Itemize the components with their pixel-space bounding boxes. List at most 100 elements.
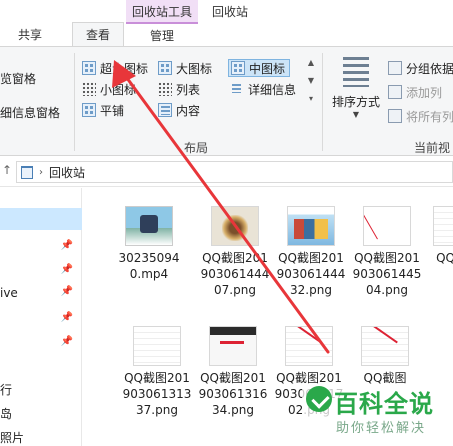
layout-content[interactable]: 内容 <box>158 101 200 119</box>
image-thumbnail <box>209 326 257 366</box>
sort-icon <box>343 57 369 87</box>
content-icon <box>158 103 172 117</box>
image-thumbnail <box>285 326 333 366</box>
layout-list[interactable]: 列表 <box>158 80 200 98</box>
nav-item-photos[interactable]: 照片 <box>0 426 82 446</box>
small-grid-icon <box>82 82 96 96</box>
gallery-more-icon[interactable]: ▾ <box>309 89 313 107</box>
file-name: QQ截图20190306144504.png <box>352 251 422 297</box>
nav-item-label: 照片 <box>0 430 25 445</box>
file-item[interactable]: QQ截图20190306131634.png <box>197 308 269 432</box>
tab-share[interactable]: 共享 <box>0 22 60 46</box>
file-item[interactable]: 302350940.mp4 <box>113 188 185 312</box>
layout-label: 中图标 <box>249 61 286 76</box>
details-pane-button[interactable]: 细信息窗格 <box>0 103 60 121</box>
list-icon <box>158 82 172 96</box>
navigation-pane: 📌 📌 ive 📌 📌 📌 行 岛 照片 <box>0 188 82 446</box>
add-columns-label: 添加列 <box>406 85 443 100</box>
video-thumbnail <box>125 206 173 246</box>
recycle-bin-icon <box>21 165 33 179</box>
pin-icon[interactable]: 📌 <box>61 240 73 251</box>
window-title: 回收站 <box>212 4 249 19</box>
watermark-main-text: 百科全说 <box>334 390 434 418</box>
file-item[interactable]: QQ截图20190306131337.png <box>121 308 193 432</box>
ribbon-divider <box>322 53 323 151</box>
watermark: 百科全说 助你轻松解决 <box>302 384 453 446</box>
sort-by-button[interactable]: 排序方式 ▼ <box>330 53 382 133</box>
current-view-group-label: 当前视 <box>414 141 451 155</box>
preview-pane-label: 览窗格 <box>0 71 37 86</box>
file-name: QQ截图20190306131337.png <box>122 371 192 417</box>
file-item[interactable]: QQ截图20190306144407.png <box>199 188 271 312</box>
nav-item-folder[interactable]: 行 <box>0 378 82 400</box>
layout-label: 内容 <box>176 103 201 118</box>
file-item[interactable]: QQ截图20190306144432.png <box>275 188 347 312</box>
gallery-up-icon[interactable]: ▲ <box>308 53 314 71</box>
size-all-columns-label: 将所有列 <box>406 109 453 124</box>
group-by-button[interactable]: 分组依据 <box>388 59 453 77</box>
layout-gallery-scroller[interactable]: ▲ ▼ ▾ <box>305 53 317 113</box>
tab-view[interactable]: 查看 <box>72 22 124 46</box>
group-by-icon <box>388 61 402 75</box>
image-thumbnail <box>133 326 181 366</box>
layout-tiles[interactable]: 平铺 <box>82 101 124 119</box>
nav-item-folder[interactable]: 岛 <box>0 402 82 424</box>
file-name: QQ截图20190306144432.png <box>276 251 346 297</box>
large-grid-icon <box>82 61 96 75</box>
image-thumbnail <box>361 326 409 366</box>
nav-item-label: ive <box>0 286 18 300</box>
file-name: QQ截图20190306144407.png <box>200 251 270 297</box>
chevron-right-icon[interactable]: › <box>39 167 43 178</box>
large-grid-icon <box>158 61 172 75</box>
address-bar: ↑ › 回收站 <box>0 157 453 187</box>
preview-pane-button[interactable]: 览窗格 <box>0 69 36 87</box>
file-item[interactable]: QQ144 <box>421 188 453 312</box>
layout-label: 详细信息 <box>248 82 297 97</box>
sort-by-label: 排序方式 <box>331 95 380 109</box>
pin-icon[interactable]: 📌 <box>61 264 73 275</box>
title-bar: 回收站工具 回收站 <box>0 0 453 22</box>
nav-item-quick-access[interactable] <box>0 208 82 230</box>
ribbon-view: 览窗格 细信息窗格 超大图标 大图标 中图标 小图标 列表 详细信息 平铺 内容… <box>0 46 453 156</box>
add-columns-button[interactable]: 添加列 <box>388 83 442 101</box>
add-columns-icon <box>388 85 402 99</box>
pin-icon[interactable]: 📌 <box>61 286 73 297</box>
ribbon-divider <box>74 53 75 151</box>
layout-label: 平铺 <box>100 103 125 118</box>
layout-details[interactable]: 详细信息 <box>230 80 296 98</box>
tiles-icon <box>82 103 96 117</box>
image-thumbnail <box>363 206 411 246</box>
image-thumbnail <box>287 206 335 246</box>
image-thumbnail <box>211 206 259 246</box>
layout-medium-icons[interactable]: 中图标 <box>228 59 291 77</box>
layout-label: 超大图标 <box>100 61 149 76</box>
file-item[interactable]: QQ截图20190306144504.png <box>351 188 423 312</box>
file-name: QQ截图20190306131634.png <box>198 371 268 417</box>
address-location: 回收站 <box>49 165 86 180</box>
image-thumbnail <box>433 206 453 246</box>
pin-icon[interactable]: 📌 <box>61 312 73 323</box>
tab-manage[interactable]: 管理 <box>126 22 198 46</box>
address-box[interactable]: › 回收站 <box>16 161 453 183</box>
layout-label: 小图标 <box>100 82 137 97</box>
size-columns-icon <box>388 109 402 123</box>
layout-small-icons[interactable]: 小图标 <box>82 80 136 98</box>
size-all-columns-button[interactable]: 将所有列 <box>388 107 453 125</box>
file-name: 302350940.mp4 <box>118 251 180 281</box>
layout-group-label: 布局 <box>184 141 209 155</box>
pin-icon[interactable]: 📌 <box>61 336 73 347</box>
gallery-down-icon[interactable]: ▼ <box>308 71 314 89</box>
checkmark-logo-icon <box>306 386 332 412</box>
group-by-label: 分组依据 <box>406 61 453 76</box>
details-icon <box>230 82 244 96</box>
medium-grid-icon <box>231 61 245 75</box>
nav-item-label: 岛 <box>0 406 13 421</box>
layout-large-icons[interactable]: 大图标 <box>158 59 212 77</box>
nav-item-label: 行 <box>0 382 13 397</box>
chevron-down-icon: ▼ <box>352 110 360 119</box>
layout-extra-large-icons[interactable]: 超大图标 <box>82 59 148 77</box>
context-tab-recycle-bin-tools[interactable]: 回收站工具 <box>126 0 198 22</box>
layout-label: 列表 <box>176 82 201 97</box>
watermark-sub-text: 助你轻松解决 <box>336 421 427 436</box>
up-arrow-icon[interactable]: ↑ <box>2 163 12 177</box>
